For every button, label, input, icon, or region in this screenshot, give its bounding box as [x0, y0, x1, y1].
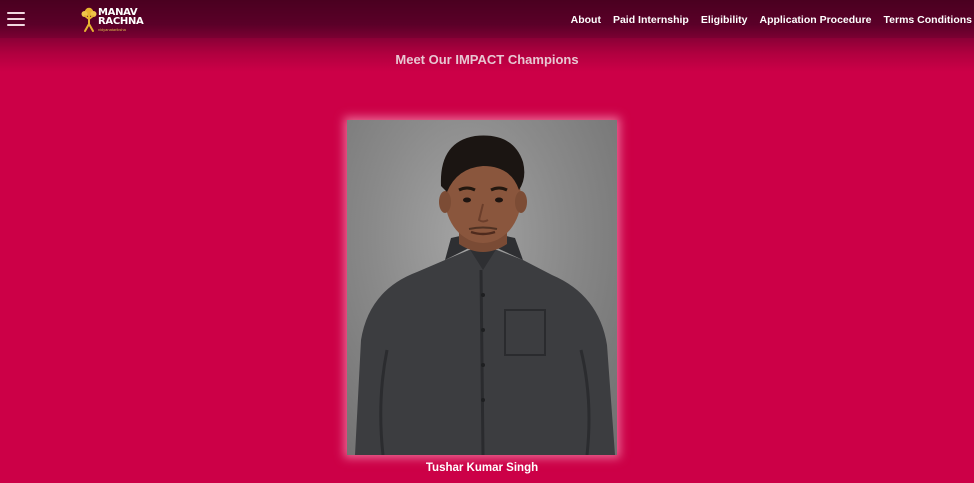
logo-text-line2: RACHNA: [98, 16, 144, 27]
logo-tagline: vidyanatariksha: [98, 27, 126, 32]
hamburger-menu-icon[interactable]: [7, 11, 25, 27]
manav-rachna-logo[interactable]: MANAV RACHNA vidyanatariksha: [80, 6, 152, 34]
page: MANAV RACHNA vidyanatariksha About Paid …: [0, 0, 974, 483]
section-heading: Meet Our IMPACT Champions: [395, 51, 579, 67]
main-nav: About Paid Internship Eligibility Applic…: [571, 14, 972, 27]
nav-eligibility[interactable]: Eligibility: [701, 14, 748, 27]
champion-photo: [347, 120, 617, 455]
champion-name: Tushar Kumar Singh: [425, 462, 539, 474]
champion-card: [347, 120, 617, 455]
logo-tree-icon: [81, 7, 97, 32]
nav-terms-conditions[interactable]: Terms Conditions: [884, 14, 972, 27]
nav-paid-internship[interactable]: Paid Internship: [613, 14, 689, 27]
nav-about[interactable]: About: [571, 14, 601, 27]
nav-application-procedure[interactable]: Application Procedure: [759, 14, 871, 27]
